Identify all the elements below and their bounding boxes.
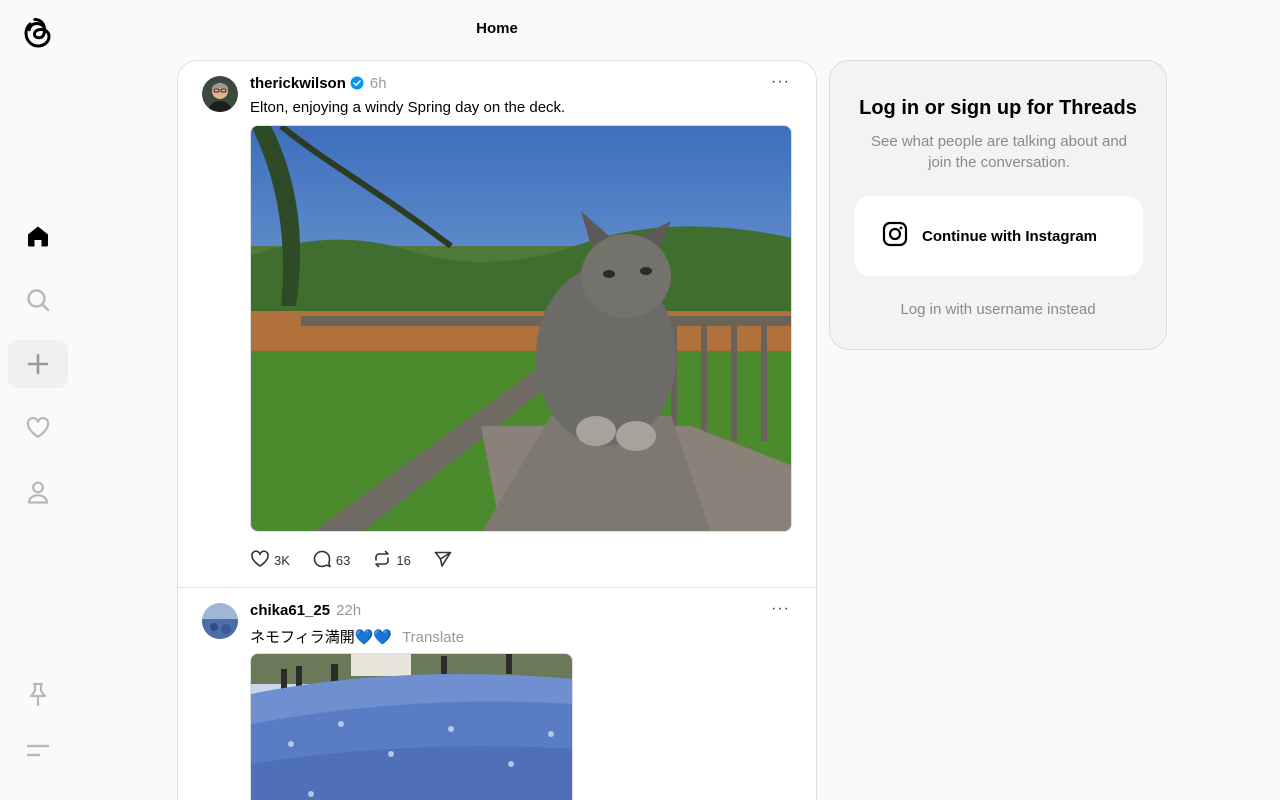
login-subtitle: See what people are talking about and jo… [870,133,1128,171]
threads-logo-icon[interactable] [20,14,56,50]
like-count: 3K [274,553,290,568]
search-icon [25,287,51,313]
post-actions: 3K 63 16 [250,549,453,572]
post[interactable]: therickwilson 6h ··· Elton, enjoying a wi… [178,61,816,588]
login-with-username-link[interactable]: Log in with username instead [830,301,1166,318]
repost-icon [372,549,392,572]
continue-with-instagram-button[interactable]: Continue with Instagram [854,196,1143,276]
nav-profile[interactable] [8,468,68,516]
feed: therickwilson 6h ··· Elton, enjoying a wi… [177,60,817,800]
post-caption: Elton, enjoying a windy Spring day on th… [250,99,566,116]
nav-menu[interactable] [8,727,68,775]
nav-activity[interactable] [8,404,68,452]
comment-icon [312,549,332,572]
more-options-icon[interactable]: ··· [771,73,790,91]
login-card: Log in or sign up for Threads See what p… [829,60,1167,350]
instagram-icon [882,221,908,252]
reply-button[interactable]: 63 [312,549,350,572]
like-button[interactable]: 3K [250,549,290,572]
repost-count: 16 [396,553,411,568]
post-username[interactable]: chika61_25 [250,602,330,619]
post-time[interactable]: 22h [336,602,361,619]
post-header: therickwilson 6h [250,75,387,94]
post-image[interactable] [250,653,573,800]
repost-button[interactable]: 16 [372,549,411,572]
instagram-button-label: Continue with Instagram [922,227,1098,245]
post-caption-row: ネモフィラ満開💙💙 Translate [250,626,464,647]
post-header: chika61_25 22h [250,602,361,619]
avatar[interactable] [202,603,238,639]
post-image[interactable] [250,125,792,532]
more-options-icon[interactable]: ··· [771,600,790,618]
sidebar [0,0,76,800]
post-caption: ネモフィラ満開💙💙 [250,629,393,646]
post-time[interactable]: 6h [370,75,387,92]
page-title[interactable]: Home [457,20,537,37]
plus-icon [26,352,50,376]
nav-home[interactable] [8,212,68,260]
nav-pinned[interactable] [8,670,68,718]
send-icon [433,549,453,572]
home-icon [25,223,51,249]
post-username[interactable]: therickwilson [250,75,346,92]
menu-icon [25,741,51,761]
login-title: Log in or sign up for Threads [859,97,1137,119]
nav-create[interactable] [8,340,68,388]
heart-icon [250,549,270,572]
post[interactable]: chika61_25 22h ··· ネモフィラ満開💙💙 Translate [178,588,816,800]
nav-search[interactable] [8,276,68,324]
avatar[interactable] [202,76,238,112]
person-icon [25,479,51,505]
reply-count: 63 [335,553,351,568]
pin-icon [26,681,50,707]
translate-link[interactable]: Translate [402,629,464,646]
share-button[interactable] [433,549,453,572]
heart-icon [25,415,51,441]
verified-badge-icon [350,76,364,94]
